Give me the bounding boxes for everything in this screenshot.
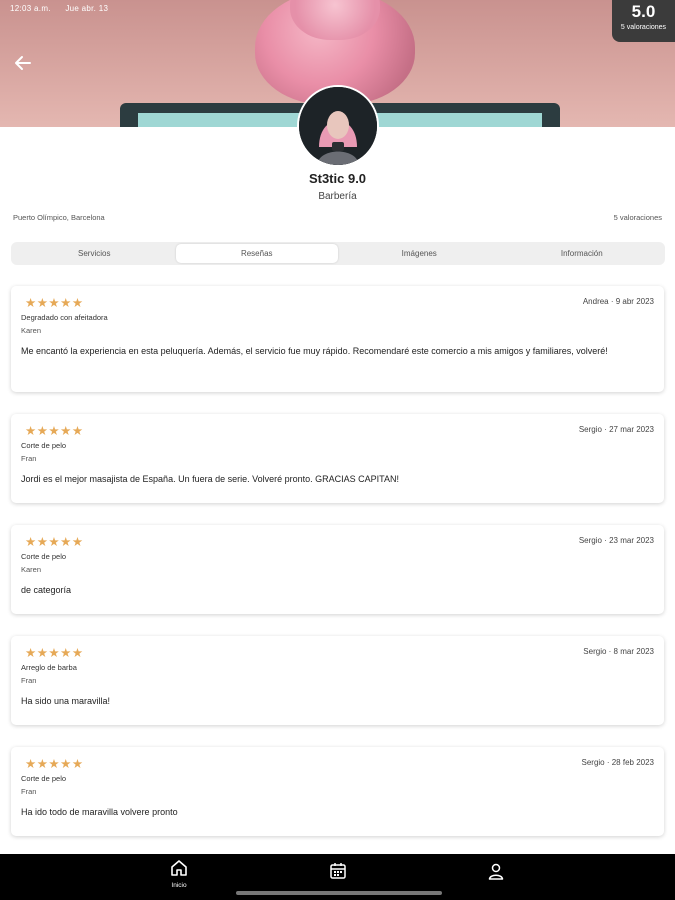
review-comment: Me encantó la experiencia en esta peluqu… [21, 346, 608, 356]
review-author-date: Andrea · 9 abr 2023 [582, 297, 654, 306]
review-service: Arreglo de barba [21, 663, 77, 672]
review-author-date: Sergio · 23 mar 2023 [578, 536, 654, 545]
review-card: ★★★★★ Sergio · 27 mar 2023 Corte de pelo… [11, 414, 664, 503]
home-icon [171, 860, 187, 876]
calendar-icon [330, 863, 346, 879]
review-service: Corte de pelo [21, 552, 67, 561]
tab-imagenes[interactable]: Imágenes [338, 244, 501, 263]
review-service: Corte de pelo [21, 774, 67, 783]
review-author-date: Sergio · 27 mar 2023 [578, 425, 654, 434]
home-indicator [236, 891, 442, 895]
tab-bar: Servicios Reseñas Imágenes Información [11, 242, 665, 265]
star-rating: ★★★★★ [25, 646, 84, 660]
tab-servicios[interactable]: Servicios [13, 244, 176, 263]
review-service: Degradado con afeitadora [21, 313, 108, 322]
star-rating: ★★★★★ [25, 424, 84, 438]
review-comment: Jordi es el mejor masajista de España. U… [21, 474, 399, 484]
star-rating: ★★★★★ [25, 757, 84, 771]
review-comment: Ha sido una maravilla! [21, 696, 111, 706]
back-button[interactable] [10, 50, 36, 76]
review-card: ★★★★★ Sergio · 28 feb 2023 Corte de pelo… [11, 747, 664, 836]
business-category: Barbería [318, 191, 357, 202]
rating-count: 5 valoraciones [620, 24, 667, 31]
review-staff: Fran [21, 676, 37, 685]
nav-home[interactable]: Inicio [159, 858, 199, 889]
star-rating: ★★★★★ [25, 296, 84, 310]
review-staff: Karen [21, 326, 42, 335]
tab-informacion[interactable]: Información [501, 244, 664, 263]
status-time: 12:03 a.m. [10, 4, 51, 13]
rating-badge[interactable]: 5.0 5 valoraciones [612, 0, 675, 42]
review-card: ★★★★★ Sergio · 23 mar 2023 Corte de pelo… [11, 525, 664, 614]
business-location: Puerto Olímpico, Barcelona [13, 213, 105, 222]
review-comment: de categoría [21, 585, 72, 595]
review-card: ★★★★★ Sergio · 8 mar 2023 Arreglo de bar… [11, 636, 664, 725]
star-rating: ★★★★★ [25, 535, 84, 549]
nav-calendar[interactable] [318, 861, 358, 886]
status-date: Jue abr. 13 [65, 4, 109, 13]
review-staff: Fran [21, 454, 37, 463]
business-avatar [297, 85, 379, 167]
avatar-portrait [299, 87, 377, 165]
rating-score: 5.0 [631, 2, 656, 21]
reviews-count: 5 valoraciones [613, 213, 662, 222]
review-comment: Ha ido todo de maravilla volvere pronto [21, 807, 178, 817]
review-service: Corte de pelo [21, 441, 67, 450]
review-staff: Karen [21, 565, 42, 574]
review-author-date: Sergio · 28 feb 2023 [581, 758, 655, 767]
nav-profile[interactable] [476, 861, 516, 886]
review-staff: Fran [21, 787, 37, 796]
tab-resenas[interactable]: Reseñas [175, 244, 338, 263]
review-author-date: Sergio · 8 mar 2023 [583, 647, 654, 656]
review-card: ★★★★★ Andrea · 9 abr 2023 Degradado con … [11, 286, 664, 392]
bottom-nav: Inicio [0, 854, 675, 900]
business-name: St3tic 9.0 [308, 171, 367, 186]
status-bar: 12:03 a.m. Jue abr. 13 [10, 4, 120, 13]
back-arrow-icon [15, 56, 31, 70]
nav-home-label: Inicio [171, 882, 187, 889]
profile-icon [488, 863, 504, 880]
